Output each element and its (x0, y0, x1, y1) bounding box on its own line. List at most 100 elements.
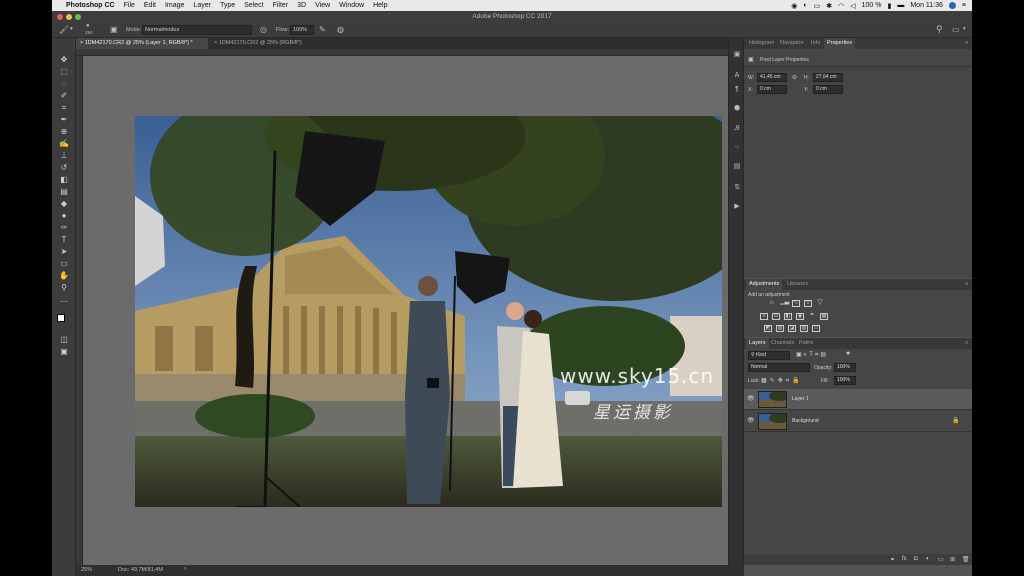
lasso-tool-icon[interactable]: ◌ (57, 78, 71, 89)
tab-paths[interactable]: Paths (796, 338, 816, 349)
wifi-icon[interactable]: ◠ (838, 2, 844, 10)
stamp-tool-icon[interactable]: ⊥ (57, 150, 71, 161)
posterize-icon[interactable]: ▨ (776, 325, 784, 332)
pressure-opacity-icon[interactable]: ◎ (260, 25, 267, 34)
maximize-window-icon[interactable] (75, 14, 81, 20)
photo-filter-icon[interactable]: ◉ (796, 313, 804, 320)
screen-mode-icon[interactable]: ▣ (57, 346, 71, 357)
gradient-map-icon[interactable]: ▭ (812, 325, 820, 332)
search-icon[interactable]: ⚲ (936, 24, 943, 35)
brush-panel-icon[interactable]: ▣ (110, 25, 118, 34)
flow-input[interactable]: 100% (290, 25, 314, 35)
color-balance-icon[interactable]: ⚖ (772, 313, 780, 320)
foreground-color-swatch[interactable] (57, 314, 65, 322)
menu-help[interactable]: Help (373, 2, 387, 9)
levels-icon[interactable]: ▁▃ (780, 299, 789, 307)
pen-tool-icon[interactable]: ✑ (57, 222, 71, 233)
vibrance-icon[interactable]: ▽ (816, 299, 824, 307)
lock-icons[interactable]: ▦✎✥⌗🔒 (761, 377, 803, 385)
type-tool-icon[interactable]: T (57, 234, 71, 245)
curves-icon[interactable]: ∿ (792, 300, 800, 307)
channel-mixer-icon[interactable]: ⚭ (808, 312, 816, 320)
menu-3d[interactable]: 3D (297, 2, 306, 9)
tab-document-1[interactable]: × 1DM42170.CR2 @ 25% (Layer 1, RGB/8*) * (76, 38, 208, 49)
menu-app-name[interactable]: Photoshop CC (66, 2, 115, 9)
x-input[interactable]: 0 cm (757, 85, 787, 94)
tab-properties[interactable]: Properties (824, 38, 856, 49)
brush-size[interactable]: 250 (85, 30, 93, 35)
add-mask-icon[interactable]: ◘ (914, 556, 918, 562)
minimize-window-icon[interactable] (66, 14, 72, 20)
layer-row-background[interactable]: 👁 Background 🔒 (744, 411, 972, 432)
horizontal-ruler[interactable] (76, 49, 744, 56)
panel-menu-icon[interactable]: ≡ (962, 279, 971, 290)
tab-adjustments[interactable]: Adjustments (746, 279, 783, 290)
vertical-ruler[interactable] (76, 56, 83, 565)
exposure-icon[interactable]: ± (804, 300, 812, 307)
crop-tool-icon[interactable]: ⌗ (57, 102, 71, 113)
3d-panel-icon[interactable]: ⬢ (732, 104, 742, 114)
menu-edit[interactable]: Edit (144, 2, 156, 9)
mode-select[interactable]: Normalmodus (142, 25, 252, 35)
status-sync-icon[interactable]: ✱ (826, 2, 832, 10)
battery-icon[interactable]: ▮ (887, 2, 891, 10)
link-layers-icon[interactable]: ⚭ (890, 556, 895, 563)
filter-icons[interactable]: ▣◐T⌗▤ (796, 351, 828, 359)
dodge-tool-icon[interactable]: ● (57, 210, 71, 221)
color-lookup-icon[interactable]: ▦ (820, 313, 828, 320)
menu-type[interactable]: Type (220, 2, 235, 9)
pasteboard[interactable]: www.sky15.cn 星运摄影 (83, 56, 744, 565)
status-app-icon[interactable]: ◐ (803, 2, 807, 9)
layer-comps-panel-icon[interactable]: ▤ (732, 162, 742, 172)
eyedropper-tool-icon[interactable]: ✒ (57, 114, 71, 125)
workspace-chevron-icon[interactable]: ▾ (963, 26, 966, 32)
new-group-icon[interactable]: ▭ (938, 556, 944, 563)
status-display-icon[interactable]: ▭ (814, 2, 821, 10)
more-tools-icon[interactable]: ⋯ (57, 296, 71, 307)
pressure-size-icon[interactable]: ◍ (337, 25, 344, 34)
tab-navigator[interactable]: Navigator (777, 38, 807, 49)
airbrush-icon[interactable]: ✎ (319, 25, 326, 34)
close-window-icon[interactable] (57, 14, 63, 20)
menu-image[interactable]: Image (165, 2, 184, 9)
height-input[interactable]: 27,64 cm (813, 73, 843, 82)
panel-menu-icon[interactable]: ≡ (962, 338, 971, 349)
width-input[interactable]: 41,45 cm (757, 73, 787, 82)
new-layer-icon[interactable]: ⊞ (950, 556, 955, 563)
zoom-level[interactable]: 25% (81, 567, 92, 573)
image-canvas[interactable]: www.sky15.cn 星运摄影 (135, 116, 722, 507)
hamburger-menu-icon[interactable]: ≡ (962, 2, 966, 9)
glyphs-panel-icon[interactable]: Ꭿ (732, 124, 742, 134)
hue-saturation-icon[interactable]: ≡ (760, 313, 768, 320)
status-record-icon[interactable]: ◉ (791, 2, 797, 10)
tab-histogram[interactable]: Histogram (746, 38, 777, 49)
blend-mode-select[interactable]: Normal (748, 363, 810, 372)
layer-name[interactable]: Background (792, 418, 819, 424)
healing-tool-icon[interactable]: ⊕ (57, 126, 71, 137)
y-input[interactable]: 0 cm (813, 85, 843, 94)
opacity-input[interactable]: 100% (834, 363, 856, 372)
hand-tool-icon[interactable]: ✋ (57, 270, 71, 281)
eraser-tool-icon[interactable]: ◧ (57, 174, 71, 185)
keyboard-flag-icon[interactable]: ▬ (897, 2, 904, 9)
menu-filter[interactable]: Filter (273, 2, 289, 9)
status-menu-icon[interactable]: › (184, 566, 186, 572)
layer-name[interactable]: Layer 1 (792, 396, 809, 402)
fill-input[interactable]: 100% (834, 376, 856, 385)
menu-layer[interactable]: Layer (193, 2, 211, 9)
menu-file[interactable]: File (124, 2, 135, 9)
actions-panel-icon[interactable]: ▶ (732, 202, 742, 212)
brightness-contrast-icon[interactable]: ☼ (768, 299, 776, 307)
link-dimensions-icon[interactable]: ⊖ (792, 74, 797, 81)
filter-toggle-icon[interactable]: ● (846, 350, 850, 357)
volume-icon[interactable]: ◁ (850, 2, 855, 10)
zoom-tool-icon[interactable]: ⚲ (57, 282, 71, 293)
menu-view[interactable]: View (315, 2, 330, 9)
history-brush-tool-icon[interactable]: ↺ (57, 162, 71, 173)
user-avatar-icon[interactable] (948, 2, 956, 9)
workspace-icon[interactable]: ▭ (952, 25, 960, 34)
brush-settings-panel-icon[interactable]: ⁘ (732, 143, 742, 153)
threshold-icon[interactable]: ◪ (788, 325, 796, 332)
brush-preset-icon[interactable]: ● (86, 23, 90, 29)
paragraph-panel-icon[interactable]: ¶ (732, 85, 742, 95)
